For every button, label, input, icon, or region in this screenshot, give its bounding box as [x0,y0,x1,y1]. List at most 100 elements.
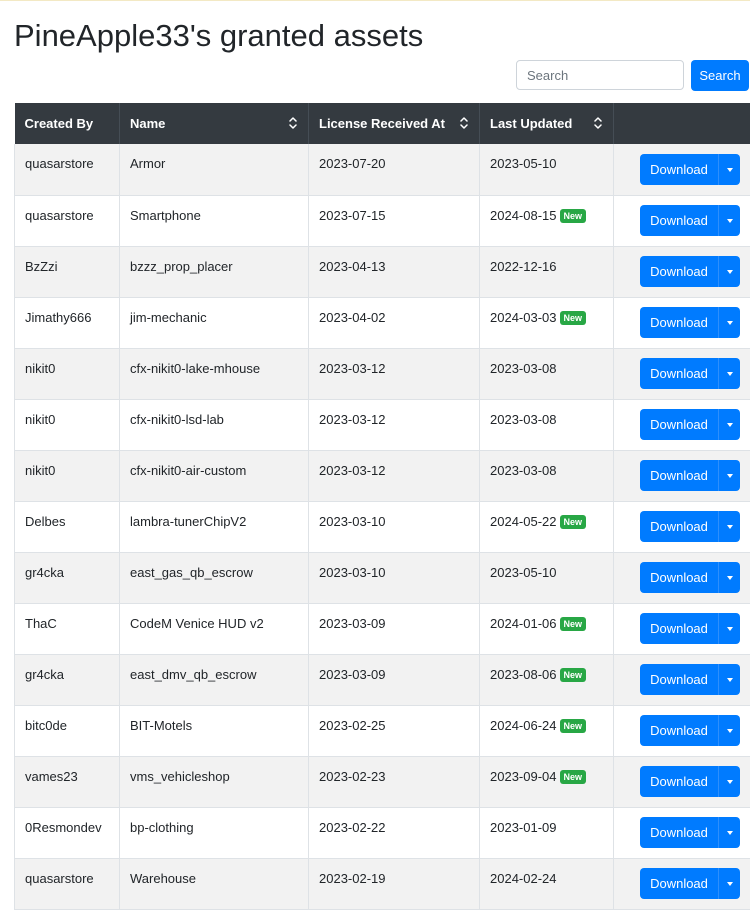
download-button[interactable]: Download [640,409,718,440]
cell-created-by: bitc0de [15,705,120,756]
table-row: nikit0cfx-nikit0-air-custom2023-03-12202… [15,450,750,501]
last-updated-date: 2023-09-04 [490,769,557,784]
cell-last-updated: 2023-05-10 [480,552,614,603]
dropdown-toggle-button[interactable] [718,205,740,236]
dropdown-toggle-button[interactable] [718,664,740,695]
cell-last-updated: 2024-05-22New [480,501,614,552]
table-row: ThaCCodeM Venice HUD v22023-03-092024-01… [15,603,750,654]
dropdown-toggle-button[interactable] [718,868,740,899]
column-header-last-updated[interactable]: Last Updated [480,103,614,144]
cell-created-by: 0Resmondev [15,807,120,858]
cell-created-by: gr4cka [15,552,120,603]
cell-name: Armor [120,144,309,195]
download-button-group: Download [640,817,740,848]
download-button[interactable]: Download [640,868,718,899]
cell-created-by: nikit0 [15,450,120,501]
dropdown-toggle-button[interactable] [718,511,740,542]
cell-license-received-at: 2023-03-09 [309,603,480,654]
column-header-name[interactable]: Name [120,103,309,144]
dropdown-toggle-button[interactable] [718,256,740,287]
cell-license-received-at: 2023-03-10 [309,501,480,552]
cell-last-updated: 2023-03-08 [480,450,614,501]
download-button[interactable]: Download [640,358,718,389]
dropdown-toggle-button[interactable] [718,766,740,797]
cell-name: cfx-nikit0-lake-mhouse [120,348,309,399]
cell-license-received-at: 2023-03-12 [309,348,480,399]
dropdown-toggle-button[interactable] [718,460,740,491]
cell-last-updated: 2023-08-06New [480,654,614,705]
cell-license-received-at: 2023-03-10 [309,552,480,603]
search-input[interactable] [516,60,684,90]
sort-icon[interactable] [288,116,298,130]
download-button-group: Download [640,766,740,797]
download-button[interactable]: Download [640,613,718,644]
cell-actions: Download [614,450,750,501]
dropdown-toggle-button[interactable] [718,154,740,185]
cell-created-by: vames23 [15,756,120,807]
cell-last-updated: 2024-08-15New [480,195,614,246]
table-row: nikit0cfx-nikit0-lsd-lab2023-03-122023-0… [15,399,750,450]
dropdown-toggle-button[interactable] [718,715,740,746]
sort-icon[interactable] [459,116,469,130]
dropdown-toggle-button[interactable] [718,613,740,644]
download-button-group: Download [640,307,740,338]
download-button[interactable]: Download [640,511,718,542]
sort-icon[interactable] [593,116,603,130]
new-badge: New [560,515,587,529]
cell-name: jim-mechanic [120,297,309,348]
last-updated-date: 2024-08-15 [490,208,557,223]
last-updated-date: 2023-05-10 [490,565,557,580]
download-button[interactable]: Download [640,460,718,491]
table-body: quasarstoreArmor2023-07-202023-05-10Down… [15,144,750,909]
column-header-label: Created By [25,116,94,131]
dropdown-toggle-button[interactable] [718,358,740,389]
column-header-license-received-at[interactable]: License Received At [309,103,480,144]
search-button[interactable]: Search [691,60,749,91]
cell-created-by: quasarstore [15,195,120,246]
cell-created-by: Delbes [15,501,120,552]
download-button[interactable]: Download [640,307,718,338]
download-button[interactable]: Download [640,715,718,746]
dropdown-toggle-button[interactable] [718,817,740,848]
download-button[interactable]: Download [640,766,718,797]
download-button[interactable]: Download [640,664,718,695]
cell-name: bp-clothing [120,807,309,858]
last-updated-date: 2023-05-10 [490,156,557,171]
cell-created-by: nikit0 [15,399,120,450]
table-row: gr4ckaeast_gas_qb_escrow2023-03-102023-0… [15,552,750,603]
cell-name: east_dmv_qb_escrow [120,654,309,705]
download-button[interactable]: Download [640,562,718,593]
cell-actions: Download [614,246,750,297]
column-header-label: Last Updated [490,116,572,131]
table-row: Delbeslambra-tunerChipV22023-03-102024-0… [15,501,750,552]
cell-actions: Download [614,144,750,195]
download-button[interactable]: Download [640,154,718,185]
cell-name: bzzz_prop_placer [120,246,309,297]
dropdown-toggle-button[interactable] [718,562,740,593]
cell-name: Warehouse [120,858,309,909]
last-updated-date: 2023-03-08 [490,361,557,376]
dropdown-toggle-button[interactable] [718,409,740,440]
cell-name: vms_vehicleshop [120,756,309,807]
last-updated-date: 2022-12-16 [490,259,557,274]
cell-license-received-at: 2023-04-13 [309,246,480,297]
download-button[interactable]: Download [640,205,718,236]
new-badge: New [560,617,587,631]
cell-license-received-at: 2023-02-22 [309,807,480,858]
cell-last-updated: 2023-09-04New [480,756,614,807]
cell-name: BIT-Motels [120,705,309,756]
cell-actions: Download [614,807,750,858]
cell-created-by: quasarstore [15,858,120,909]
download-button[interactable]: Download [640,817,718,848]
cell-created-by: ThaC [15,603,120,654]
cell-actions: Download [614,705,750,756]
cell-actions: Download [614,501,750,552]
cell-created-by: BzZzi [15,246,120,297]
download-button[interactable]: Download [640,256,718,287]
table-row: quasarstoreWarehouse2023-02-192024-02-24… [15,858,750,909]
cell-license-received-at: 2023-02-25 [309,705,480,756]
table-row: 0Resmondevbp-clothing2023-02-222023-01-0… [15,807,750,858]
dropdown-toggle-button[interactable] [718,307,740,338]
last-updated-date: 2024-03-03 [490,310,557,325]
table-row: quasarstoreSmartphone2023-07-152024-08-1… [15,195,750,246]
